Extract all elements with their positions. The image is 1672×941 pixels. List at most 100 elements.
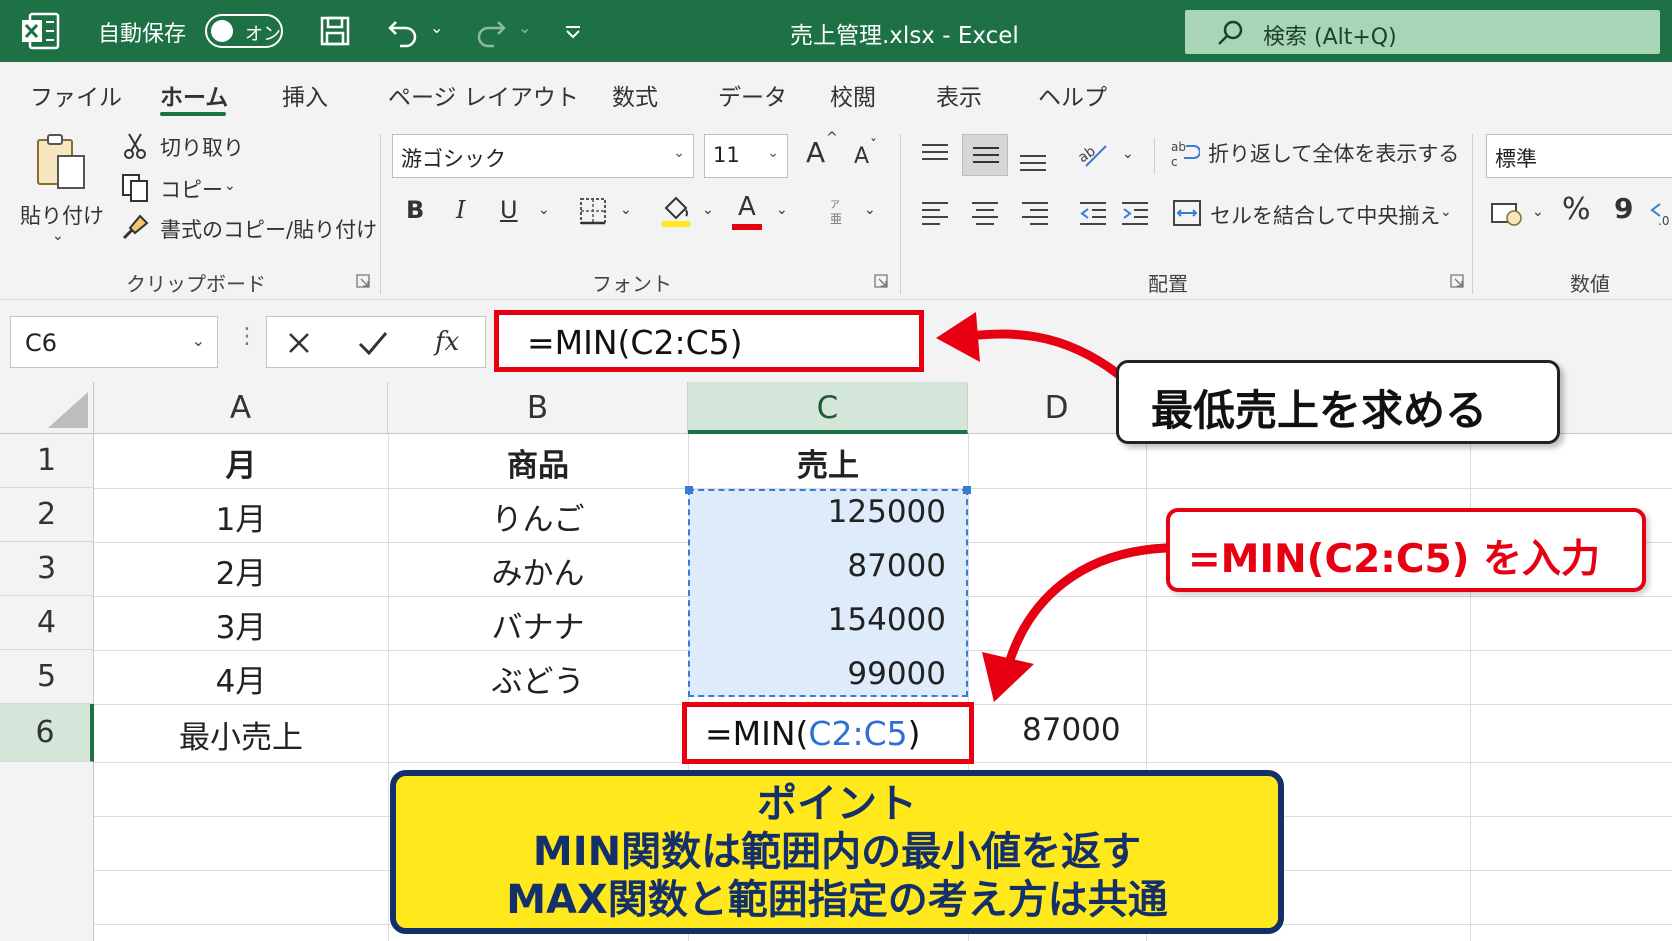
tab-review[interactable]: 校閲 bbox=[830, 78, 876, 112]
cell-c2[interactable]: 125000 bbox=[688, 494, 946, 530]
font-name-combo[interactable]: 游ゴシック ⌄ bbox=[392, 134, 694, 178]
underline-button[interactable]: U bbox=[500, 196, 518, 224]
align-middle-button[interactable] bbox=[962, 134, 1008, 176]
column-header-b[interactable]: B bbox=[388, 382, 688, 434]
number-format-combo[interactable]: 標準 bbox=[1486, 134, 1672, 178]
tab-page-layout[interactable]: ページ レイアウト bbox=[388, 78, 579, 112]
align-right-icon[interactable] bbox=[1020, 200, 1050, 226]
insert-function-button[interactable]: fx bbox=[435, 327, 459, 357]
cell-b5[interactable]: ぶどう bbox=[388, 656, 688, 701]
cell-a4[interactable]: 3月 bbox=[94, 602, 388, 647]
tab-file[interactable]: ファイル bbox=[30, 78, 122, 112]
chevron-down-icon: ⌄ bbox=[673, 145, 685, 161]
comma-button[interactable]: 9 bbox=[1614, 192, 1633, 225]
cell-c5[interactable]: 99000 bbox=[688, 656, 946, 692]
cell-b4[interactable]: バナナ bbox=[388, 602, 688, 647]
select-all-corner[interactable] bbox=[0, 382, 94, 434]
cell-a6[interactable]: 最小売上 bbox=[94, 712, 388, 757]
autosave-toggle[interactable]: オン bbox=[205, 14, 283, 48]
phonetic-dropdown-icon[interactable]: ⌄ bbox=[864, 202, 876, 218]
alignment-launcher-icon[interactable] bbox=[1450, 274, 1464, 288]
shrink-font-button[interactable]: A bbox=[854, 144, 869, 169]
number-format-value: 標準 bbox=[1495, 147, 1537, 171]
bold-button[interactable]: B bbox=[406, 196, 424, 224]
font-size-combo[interactable]: 11 ⌄ bbox=[704, 134, 788, 178]
column-header-a[interactable]: A bbox=[94, 382, 388, 434]
increase-decimal-icon[interactable]: .0 bbox=[1648, 198, 1672, 228]
decrease-indent-icon[interactable] bbox=[1078, 200, 1108, 226]
wrap-text-button[interactable]: 折り返して全体を表示する bbox=[1208, 138, 1459, 168]
name-box[interactable]: C6 ⌄ bbox=[10, 316, 218, 368]
undo-icon[interactable] bbox=[386, 14, 420, 48]
tab-help[interactable]: ヘルプ bbox=[1038, 78, 1107, 112]
currency-icon[interactable] bbox=[1490, 198, 1524, 228]
orientation-dropdown-icon[interactable]: ⌄ bbox=[1122, 146, 1134, 162]
undo-dropdown-icon[interactable]: ⌄ bbox=[430, 18, 443, 37]
orientation-icon[interactable]: ab bbox=[1076, 138, 1110, 170]
range-handle[interactable] bbox=[685, 486, 693, 494]
cell-b2[interactable]: りんご bbox=[388, 494, 688, 539]
copy-button[interactable]: コピー bbox=[160, 174, 223, 204]
cell-a1[interactable]: 月 bbox=[94, 440, 388, 485]
paste-dropdown-icon[interactable]: ⌄ bbox=[52, 228, 64, 244]
chevron-down-icon: ⌄ bbox=[191, 331, 205, 350]
underline-dropdown-icon[interactable]: ⌄ bbox=[538, 202, 550, 218]
customize-icon[interactable] bbox=[564, 24, 582, 40]
border-icon[interactable] bbox=[578, 196, 608, 226]
formula-input[interactable]: =MIN(C2:C5) bbox=[494, 310, 924, 372]
row-header-6[interactable]: 6 bbox=[0, 704, 94, 762]
align-top-icon[interactable] bbox=[920, 142, 950, 166]
italic-button[interactable]: I bbox=[456, 196, 465, 224]
clipboard-launcher-icon[interactable] bbox=[356, 274, 370, 288]
copy-dropdown-icon[interactable]: ⌄ bbox=[224, 178, 236, 194]
cell-b1[interactable]: 商品 bbox=[388, 440, 688, 485]
paste-icon[interactable] bbox=[34, 132, 88, 192]
row-header-1[interactable]: 1 bbox=[0, 434, 94, 488]
merge-dropdown-icon[interactable]: ⌄ bbox=[1440, 204, 1452, 220]
tab-home[interactable]: ホーム bbox=[160, 78, 228, 112]
search-box[interactable]: 検索 (Alt+Q) bbox=[1185, 10, 1660, 54]
column-header-c[interactable]: C bbox=[688, 382, 968, 434]
align-center-icon[interactable] bbox=[970, 200, 1000, 226]
cell-c1[interactable]: 売上 bbox=[688, 440, 968, 485]
format-painter-button[interactable]: 書式のコピー/貼り付け bbox=[160, 214, 377, 244]
active-cell-c6[interactable]: =MIN(C2:C5) bbox=[682, 702, 974, 764]
phonetic-icon[interactable]: ア 亜 bbox=[826, 196, 848, 226]
cell-a3[interactable]: 2月 bbox=[94, 548, 388, 593]
point-line-2: MAX関数と範囲指定の考え方は共通 bbox=[506, 877, 1168, 923]
align-bottom-icon[interactable] bbox=[1018, 150, 1048, 174]
resize-handle-icon[interactable]: ⋮ bbox=[236, 324, 258, 349]
percent-button[interactable]: % bbox=[1562, 192, 1591, 227]
cell-b3[interactable]: みかん bbox=[388, 548, 688, 593]
row-header-4[interactable]: 4 bbox=[0, 596, 94, 650]
tab-insert[interactable]: 挿入 bbox=[282, 78, 328, 112]
currency-dropdown-icon[interactable]: ⌄ bbox=[1532, 204, 1544, 220]
border-dropdown-icon[interactable]: ⌄ bbox=[620, 202, 632, 218]
fill-color-icon[interactable] bbox=[660, 194, 692, 228]
cell-c3[interactable]: 87000 bbox=[688, 548, 946, 584]
tab-data[interactable]: データ bbox=[718, 78, 787, 112]
font-launcher-icon[interactable] bbox=[874, 274, 888, 288]
row-header-3[interactable]: 3 bbox=[0, 542, 94, 596]
align-left-icon[interactable] bbox=[920, 200, 950, 226]
tab-view[interactable]: 表示 bbox=[936, 78, 982, 112]
grow-font-button[interactable]: A bbox=[806, 136, 825, 169]
cut-button[interactable]: 切り取り bbox=[160, 132, 244, 162]
font-color-dropdown-icon[interactable]: ⌄ bbox=[776, 202, 788, 218]
check-icon[interactable] bbox=[357, 329, 389, 357]
cell-d6[interactable]: 87000 bbox=[1022, 712, 1121, 748]
row-header-2[interactable]: 2 bbox=[0, 488, 94, 542]
cell-a2[interactable]: 1月 bbox=[94, 494, 388, 539]
save-icon[interactable] bbox=[318, 14, 352, 48]
cancel-icon[interactable] bbox=[285, 329, 313, 357]
row-header-5[interactable]: 5 bbox=[0, 650, 94, 704]
cell-a5[interactable]: 4月 bbox=[94, 656, 388, 701]
paste-button[interactable]: 貼り付け bbox=[20, 200, 104, 230]
merge-center-button[interactable]: セルを結合して中央揃え bbox=[1210, 200, 1440, 230]
fill-dropdown-icon[interactable]: ⌄ bbox=[702, 202, 714, 218]
increase-indent-icon[interactable] bbox=[1120, 200, 1150, 226]
tab-formulas[interactable]: 数式 bbox=[612, 78, 658, 112]
font-color-button[interactable]: A bbox=[738, 192, 756, 222]
range-handle[interactable] bbox=[963, 486, 971, 494]
cell-c4[interactable]: 154000 bbox=[688, 602, 946, 638]
